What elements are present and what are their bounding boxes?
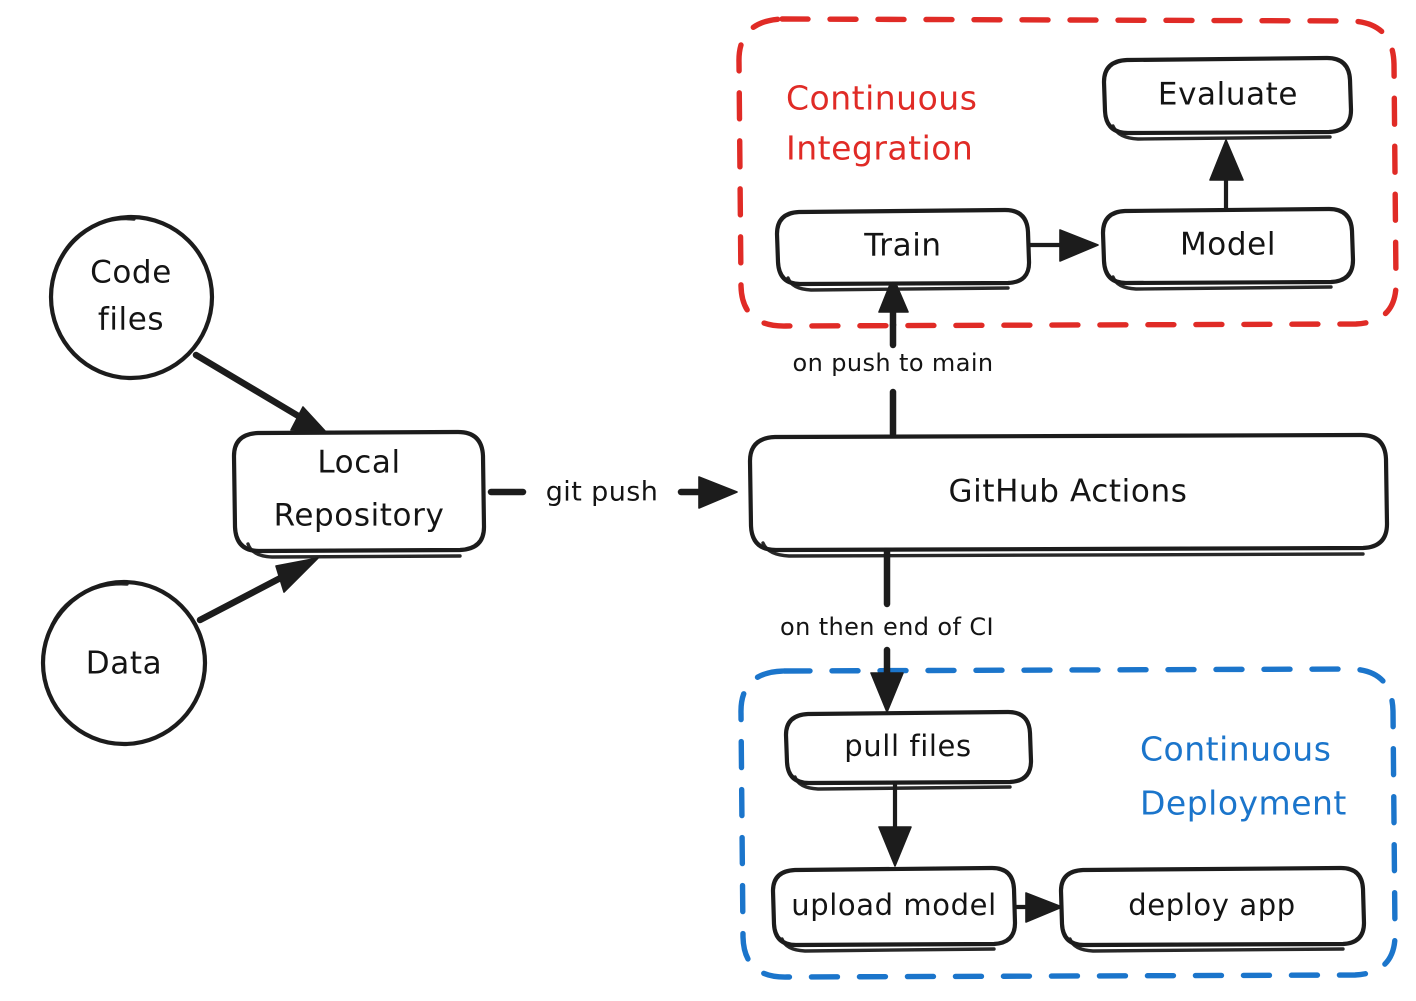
edge-model-to-evaluate-arrowhead (1209, 139, 1244, 181)
edge-code-to-repo-arrowhead (290, 406, 327, 433)
node-train[interactable]: Train (774, 207, 1032, 292)
deploy-app-label: deploy app (1128, 888, 1295, 922)
model-label: Model (1180, 227, 1276, 263)
node-github-actions[interactable]: GitHub Actions (747, 432, 1390, 558)
evaluate-label: Evaluate (1158, 77, 1298, 113)
github-actions-label: GitHub Actions (949, 474, 1188, 510)
cd-group-label-line2: Deployment (1140, 784, 1347, 823)
edge-pull-to-upload-arrowhead (878, 826, 912, 867)
edge-label-git-push: git push (546, 477, 658, 508)
cicd-pipeline-diagram: Continuous Integration Continuous Deploy… (0, 0, 1416, 1001)
pull-files-label: pull files (844, 729, 971, 763)
edge-data-to-repo (196, 557, 319, 624)
node-local-repository[interactable]: Local Repository (231, 429, 487, 559)
edge-code-to-repo (192, 351, 327, 433)
cd-group-label-line1: Continuous (1140, 730, 1331, 769)
edge-train-to-model-arrowhead (1059, 229, 1099, 262)
node-model[interactable]: Model (1100, 206, 1356, 291)
edge-pull-to-upload (878, 781, 912, 867)
local-repository-label-line1: Local (317, 445, 400, 481)
upload-model-label: upload model (791, 888, 997, 922)
ci-group-label-line2: Integration (786, 129, 973, 168)
code-files-label-line2: files (98, 302, 164, 338)
node-upload-model[interactable]: upload model (770, 865, 1018, 953)
node-pull-files[interactable]: pull files (783, 709, 1034, 791)
edge-repo-to-actions-arrowhead (698, 476, 738, 509)
edge-label-on-push-to-main: on push to main (793, 349, 994, 377)
edge-actions-to-train: on push to main (793, 276, 994, 438)
edge-data-to-repo-arrowhead (275, 557, 319, 593)
code-files-circle (48, 214, 215, 381)
edge-upload-to-deploy (1010, 892, 1063, 923)
edge-train-to-model (1027, 229, 1099, 262)
edge-model-to-evaluate (1209, 139, 1244, 212)
edge-code-to-repo-line (192, 351, 304, 421)
edge-upload-to-deploy-arrowhead (1025, 892, 1063, 923)
train-label: Train (863, 228, 941, 264)
local-repository-label-line2: Repository (274, 498, 445, 534)
edge-label-on-end-of-ci: on then end of CI (780, 613, 994, 641)
edge-actions-to-pull-arrowhead (870, 672, 904, 713)
edge-repo-to-actions: git push (487, 476, 738, 509)
node-evaluate[interactable]: Evaluate (1101, 55, 1354, 141)
code-files-label-line1: Code (90, 255, 172, 291)
ci-group-label-line1: Continuous (786, 79, 977, 118)
node-data[interactable]: Data (40, 579, 208, 747)
diagram-canvas: Continuous Integration Continuous Deploy… (40, 16, 1399, 980)
edge-data-to-repo-line (196, 569, 294, 624)
data-label: Data (86, 646, 162, 682)
node-deploy-app[interactable]: deploy app (1058, 865, 1367, 953)
edge-actions-to-pull: on then end of CI (780, 547, 994, 713)
node-code-files[interactable]: Code files (48, 214, 215, 381)
